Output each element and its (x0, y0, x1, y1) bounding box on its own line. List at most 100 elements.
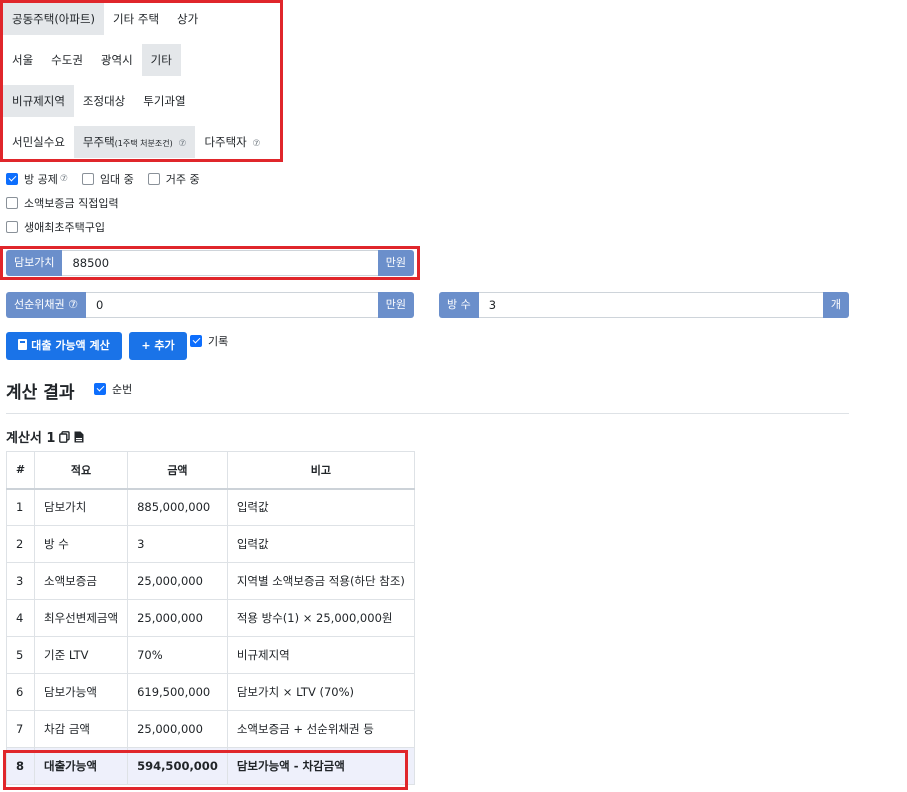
buyer-multi-home[interactable]: 다주택자 ⑦ (195, 126, 269, 158)
senior-lien-label-text: 선순위채권 (14, 298, 65, 311)
doc-title-text: 계산서 1 (6, 431, 56, 446)
room-deduction-checkbox[interactable]: 방 공제 ⑦ (6, 171, 68, 187)
calculator-icon (18, 339, 28, 350)
rooms-label: 방 수 (439, 292, 479, 318)
housing-type-other[interactable]: 기타 주택 (104, 3, 168, 35)
manual-deposit-label: 소액보증금 직접입력 (24, 197, 119, 210)
table-header-row: # 적요 금액 비고 (6, 451, 415, 490)
order-checkbox-wrap: 순번 (94, 381, 146, 397)
checkbox-checked-icon (6, 173, 18, 185)
row-item: 담보가능액 (33, 673, 129, 711)
collateral-input[interactable]: 88500 (62, 250, 378, 276)
row-item: 담보가치 (33, 488, 129, 526)
results-table: # 적요 금액 비고 1 담보가치 885,000,000 입력값 2 방 수 … (6, 451, 415, 785)
col-header-note: 비고 (226, 451, 415, 490)
row-number: 1 (6, 488, 35, 526)
table-row: 6 담보가능액 619,500,000 담보가치 × LTV (70%) (6, 673, 415, 711)
calculate-button[interactable]: 대출 가능액 계산 (6, 332, 122, 360)
col-header-amount: 금액 (127, 451, 228, 490)
leasing-checkbox[interactable]: 임대 중 (81, 171, 134, 187)
order-label: 순번 (112, 383, 133, 396)
first-home-checkbox[interactable]: 생애최초주택구입 (6, 219, 105, 235)
row-item: 기준 LTV (33, 636, 129, 674)
row-amount: 25,000,000 (127, 599, 228, 637)
collateral-label: 담보가치 (6, 250, 63, 276)
add-button[interactable]: + 추가 (129, 332, 187, 360)
checkbox-checked-icon (190, 335, 202, 347)
row-amount: 25,000,000 (127, 562, 228, 600)
buyer-homeless-label: 무주택 (82, 135, 115, 149)
row-note: 지역별 소액보증금 적용(하단 참조) (226, 562, 415, 600)
housing-type-group: 공동주택(아파트) 기타 주택 상가 (3, 3, 207, 35)
housing-type-apartment[interactable]: 공동주택(아파트) (3, 3, 105, 35)
help-icon[interactable]: ⑦ (68, 298, 78, 311)
regulation-adjusted[interactable]: 조정대상 (74, 85, 134, 117)
help-icon[interactable]: ⑦ (252, 139, 260, 149)
rooms-input[interactable]: 3 (478, 292, 823, 318)
collateral-input-group: 담보가치 88500 만원 (6, 250, 414, 276)
col-header-item: 적요 (33, 451, 129, 490)
record-checkbox-wrap: 기록 (190, 333, 242, 349)
table-row: 7 차감 금액 25,000,000 소액보증금 + 선순위채권 등 (6, 710, 415, 748)
region-group: 서울 수도권 광역시 기타 (3, 44, 181, 76)
row-item: 최우선변제금액 (33, 599, 129, 637)
region-seoul[interactable]: 서울 (3, 44, 42, 76)
copy-icon[interactable] (59, 430, 71, 443)
buyer-homeless[interactable]: 무주택(1주택 처분조건) ⑦ (73, 126, 196, 158)
checkbox-row-2: 소액보증금 직접입력 (6, 195, 133, 211)
buyer-homeless-condition: (1주택 처분조건) (114, 139, 173, 148)
row-number: 4 (6, 599, 35, 637)
order-checkbox[interactable]: 순번 (94, 381, 132, 397)
checkbox-unchecked-icon (6, 221, 18, 233)
help-icon[interactable]: ⑦ (178, 139, 186, 149)
regulation-none[interactable]: 비규제지역 (3, 85, 74, 117)
regulation-group: 비규제지역 조정대상 투기과열 (3, 85, 195, 117)
senior-lien-input[interactable]: 0 (85, 292, 378, 318)
row-item: 차감 금액 (33, 710, 129, 748)
row-note: 담보가치 × LTV (70%) (226, 673, 415, 711)
senior-lien-unit: 만원 (377, 292, 414, 318)
housing-type-commercial[interactable]: 상가 (168, 3, 207, 35)
region-other[interactable]: 기타 (141, 44, 181, 76)
row-item: 소액보증금 (33, 562, 129, 600)
buyer-multi-home-label: 다주택자 (204, 135, 247, 149)
table-row: 5 기준 LTV 70% 비규제지역 (6, 636, 415, 674)
row-number: 5 (6, 636, 35, 674)
row-number: 3 (6, 562, 35, 600)
calculate-button-label: 대출 가능액 계산 (31, 339, 110, 352)
row-amount: 3 (127, 525, 228, 563)
senior-lien-input-group: 선순위채권 ⑦ 0 만원 (6, 292, 414, 318)
rooms-unit: 개 (822, 292, 849, 318)
record-label: 기록 (208, 335, 229, 348)
row-item: 방 수 (33, 525, 129, 563)
table-row: 4 최우선변제금액 25,000,000 적용 방수(1) × 25,000,0… (6, 599, 415, 637)
first-home-label: 생애최초주택구입 (24, 221, 105, 234)
row-number: 7 (6, 710, 35, 748)
results-title: 계산 결과 (6, 378, 74, 403)
table-row: 3 소액보증금 25,000,000 지역별 소액보증금 적용(하단 참조) (6, 562, 415, 600)
buyer-low-income[interactable]: 서민실수요 (3, 126, 74, 158)
manual-deposit-checkbox[interactable]: 소액보증금 직접입력 (6, 195, 119, 211)
row-number: 2 (6, 525, 35, 563)
room-deduction-label: 방 공제 (24, 173, 58, 186)
region-metro-city[interactable]: 광역시 (92, 44, 142, 76)
file-icon[interactable] (74, 431, 84, 443)
row-note: 입력값 (226, 488, 415, 526)
row-note: 입력값 (226, 525, 415, 563)
row-note: 소액보증금 + 선순위채권 등 (226, 710, 415, 748)
help-icon[interactable]: ⑦ (60, 174, 68, 184)
record-checkbox[interactable]: 기록 (190, 333, 228, 349)
total-row-highlight (3, 750, 408, 790)
row-amount: 619,500,000 (127, 673, 228, 711)
residing-label: 거주 중 (165, 173, 200, 186)
residing-checkbox[interactable]: 거주 중 (147, 171, 200, 187)
doc-title: 계산서 1 (6, 427, 84, 446)
buyer-group: 서민실수요 무주택(1주택 처분조건) ⑦ 다주택자 ⑦ (3, 126, 270, 158)
row-note: 비규제지역 (226, 636, 415, 674)
col-header-number: # (6, 451, 35, 490)
collateral-unit: 만원 (377, 250, 414, 276)
table-row: 2 방 수 3 입력값 (6, 525, 415, 563)
regulation-speculative[interactable]: 투기과열 (134, 85, 194, 117)
region-capital-area[interactable]: 수도권 (42, 44, 92, 76)
checkbox-unchecked-icon (81, 173, 94, 185)
